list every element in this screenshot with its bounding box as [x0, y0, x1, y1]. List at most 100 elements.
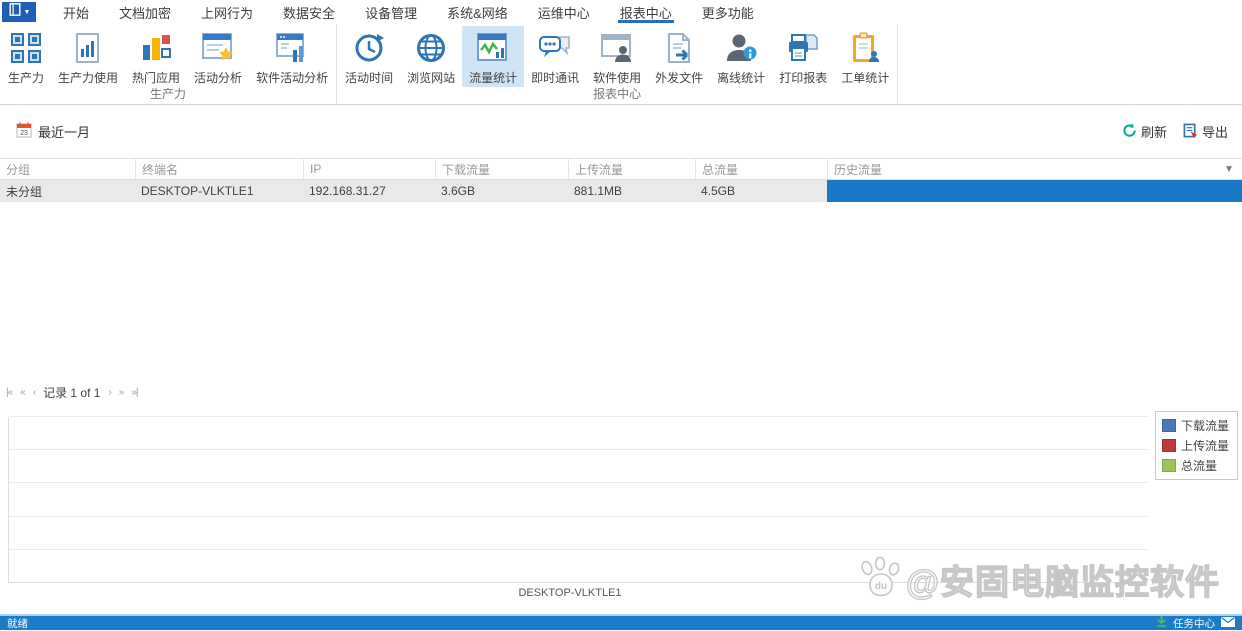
- column-header-download[interactable]: 下载流量: [435, 159, 568, 179]
- ribbon-item-software-usage[interactable]: 软件使用: [586, 26, 648, 87]
- date-range-button[interactable]: 23 最近一月: [16, 122, 90, 141]
- app-menu-icon: [8, 2, 22, 22]
- chat-bubbles-icon: [538, 29, 572, 67]
- table-row[interactable]: 未分组 DESKTOP-VLKTLE1 192.168.31.27 3.6GB …: [0, 180, 1242, 202]
- chart-legend: 下载流量 上传流量 总流量: [1154, 411, 1238, 480]
- export-label: 导出: [1201, 125, 1228, 140]
- ribbon-item-traffic-stats[interactable]: 流量统计: [462, 26, 525, 87]
- column-header-group[interactable]: 分组: [0, 159, 135, 179]
- column-header-ip[interactable]: IP: [303, 159, 435, 179]
- ribbon-item-software-activity-analysis[interactable]: 软件活动分析: [249, 26, 335, 87]
- ribbon-item-print-reports[interactable]: 打印报表: [772, 26, 834, 87]
- ribbon-item-productivity[interactable]: 生产力: [1, 26, 51, 87]
- ribbon-item-activity-analysis[interactable]: 活动分析: [187, 26, 249, 87]
- tab-start[interactable]: 开始: [48, 0, 104, 24]
- rewind-page-button[interactable]: «: [20, 387, 25, 398]
- colored-bars-icon: [140, 29, 172, 67]
- ribbon-group-report-center: 活动时间 浏览网站 流量统计 即时通讯 软件使用 外发文件 离线统计 打印报表 …: [337, 24, 899, 104]
- tab-data-security[interactable]: 数据安全: [268, 0, 350, 24]
- calendar-icon: 23: [16, 122, 32, 141]
- filter-bar: 23 最近一月 刷新 导出: [0, 105, 1242, 158]
- productivity-grid-icon: [10, 29, 42, 67]
- column-header-terminal[interactable]: 终端名: [135, 159, 303, 179]
- app-menu-button[interactable]: ▼: [2, 2, 36, 22]
- status-bar: 就绪 任务中心: [0, 616, 1242, 630]
- column-header-upload[interactable]: 上传流量: [568, 159, 695, 179]
- chevron-down-icon: ▼: [23, 8, 31, 16]
- tab-ops-center[interactable]: 运维中心: [523, 0, 605, 24]
- tab-document-encryption[interactable]: 文档加密: [104, 0, 186, 24]
- window-minibars-icon: [275, 29, 309, 67]
- next-page-button[interactable]: ›: [108, 387, 112, 398]
- tab-system-network[interactable]: 系统&网络: [432, 0, 523, 24]
- ribbon-item-activity-time[interactable]: 活动时间: [338, 26, 400, 87]
- ribbon-group-productivity: 生产力 生产力使用 热门应用 活动分析 软件活动分析 生产力: [0, 24, 338, 104]
- chart-category-label: DESKTOP-VLKTLE1: [518, 587, 622, 599]
- pagination-bar: |« « ‹ 记录 1 of 1 › » »|: [0, 383, 1242, 401]
- ribbon-item-label: 软件使用: [593, 71, 642, 85]
- ribbon-item-label: 工单统计: [841, 71, 890, 85]
- ribbon-item-productivity-usage[interactable]: 生产力使用: [51, 26, 125, 87]
- ribbon-item-label: 浏览网站: [407, 71, 456, 85]
- clipboard-user-icon: [849, 29, 881, 67]
- task-center-button[interactable]: 任务中心: [1156, 616, 1235, 631]
- svg-text:23: 23: [20, 130, 28, 137]
- chart-gridline: [9, 582, 1148, 583]
- ribbon-item-offline-stats[interactable]: 离线统计: [710, 26, 772, 87]
- ribbon-item-label: 活动分析: [194, 71, 243, 85]
- record-count-label: 记录 1 of 1: [43, 385, 101, 400]
- cell-terminal: DESKTOP-VLKTLE1: [141, 184, 254, 198]
- legend-item-download: 下载流量: [1161, 417, 1229, 434]
- date-range-label: 最近一月: [38, 125, 91, 140]
- ribbon-item-label: 离线统计: [717, 71, 766, 85]
- legend-swatch-download: [1161, 419, 1176, 432]
- cell-upload: 881.1MB: [574, 184, 623, 198]
- ribbon-filler: [898, 24, 1242, 104]
- window-star-icon: [201, 29, 235, 67]
- menu-tabs: 开始 文档加密 上网行为 数据安全 设备管理 系统&网络 运维中心 报表中心 更…: [48, 0, 769, 24]
- legend-item-upload: 上传流量: [1161, 437, 1229, 454]
- refresh-label: 刷新: [1140, 125, 1167, 140]
- printer-icon: [786, 29, 820, 67]
- prev-page-button[interactable]: ‹: [33, 387, 37, 398]
- ribbon-item-label: 流量统计: [469, 71, 518, 85]
- ribbon-item-hot-apps[interactable]: 热门应用: [125, 26, 187, 87]
- chart-gridline: [9, 515, 1148, 517]
- tab-internet-behavior[interactable]: 上网行为: [186, 0, 268, 24]
- ribbon-item-label: 热门应用: [132, 71, 181, 85]
- export-button[interactable]: 导出: [1183, 122, 1228, 141]
- export-icon: [1183, 123, 1198, 141]
- ribbon-item-instant-messaging[interactable]: 即时通讯: [524, 26, 586, 87]
- column-header-total[interactable]: 总流量: [695, 159, 827, 179]
- legend-label: 下载流量: [1180, 419, 1229, 433]
- cell-group: 未分组: [6, 184, 43, 199]
- cell-ip: 192.168.31.27: [309, 184, 386, 198]
- ribbon-group-label: 生产力: [150, 87, 187, 101]
- cell-total: 4.5GB: [701, 184, 736, 198]
- chart-gridline: [9, 548, 1148, 550]
- ribbon-item-label: 打印报表: [779, 71, 828, 85]
- tab-device-management[interactable]: 设备管理: [350, 0, 432, 24]
- tab-report-center[interactable]: 报表中心: [605, 0, 687, 24]
- ribbon-item-ticket-stats[interactable]: 工单统计: [834, 26, 896, 87]
- table-empty-area: [0, 202, 1242, 383]
- column-header-history-label: 历史流量: [834, 162, 883, 177]
- last-page-button[interactable]: »|: [131, 387, 138, 398]
- first-page-button[interactable]: |«: [6, 387, 13, 398]
- toolbar-actions: 刷新 导出: [1122, 122, 1228, 141]
- ribbon-item-outgoing-files[interactable]: 外发文件: [648, 26, 710, 87]
- forward-page-button[interactable]: »: [119, 387, 124, 398]
- tab-more-features[interactable]: 更多功能: [687, 0, 769, 24]
- message-icon[interactable]: [1221, 616, 1235, 630]
- ribbon-item-label: 外发文件: [655, 71, 704, 85]
- refresh-button[interactable]: 刷新: [1122, 122, 1167, 141]
- chart-gridline: [9, 482, 1148, 484]
- document-chart-icon: [72, 29, 104, 67]
- column-header-history[interactable]: 历史流量 ▼: [827, 159, 1242, 179]
- chevron-down-icon[interactable]: ▼: [1224, 164, 1234, 175]
- refresh-icon: [1122, 122, 1137, 141]
- ribbon-group-label: 报表中心: [593, 87, 642, 101]
- ribbon-item-browse-websites[interactable]: 浏览网站: [400, 26, 462, 87]
- task-center-label: 任务中心: [1173, 617, 1215, 630]
- user-info-icon: [725, 29, 757, 67]
